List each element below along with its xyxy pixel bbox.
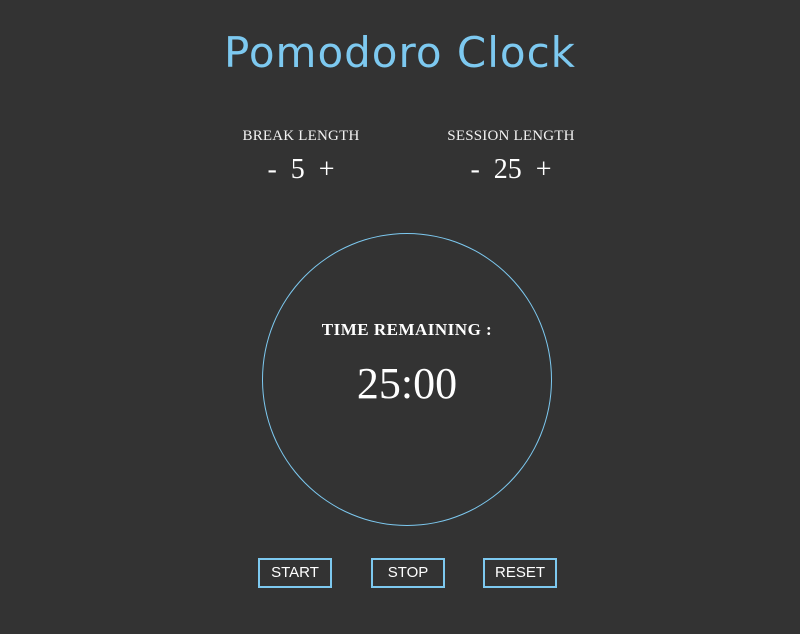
break-increment-button[interactable]: + <box>319 153 335 187</box>
session-decrement-button[interactable]: - <box>470 153 479 187</box>
time-remaining-label: TIME REMAINING : <box>321 320 493 339</box>
break-length-controls: - 5 + <box>211 153 391 187</box>
time-remaining-value: 25:00 <box>356 359 458 408</box>
session-increment-button[interactable]: + <box>536 153 552 187</box>
reset-button[interactable]: RESET <box>483 558 557 588</box>
break-decrement-button[interactable]: - <box>267 153 276 187</box>
page-title: Pomodoro Clock <box>224 28 576 77</box>
break-length-label: BREAK LENGTH <box>242 128 360 144</box>
break-length-value: 5 <box>290 154 305 185</box>
timer-circle: TIME REMAINING : 25:00 <box>262 233 552 526</box>
start-button[interactable]: START <box>258 558 332 588</box>
stop-button[interactable]: STOP <box>371 558 445 588</box>
session-length-value: 25 <box>493 154 522 185</box>
session-length-panel: SESSION LENGTH - 25 + <box>421 128 601 187</box>
session-length-label: SESSION LENGTH <box>447 128 575 144</box>
break-length-panel: BREAK LENGTH - 5 + <box>211 128 391 187</box>
session-length-controls: - 25 + <box>421 153 601 187</box>
